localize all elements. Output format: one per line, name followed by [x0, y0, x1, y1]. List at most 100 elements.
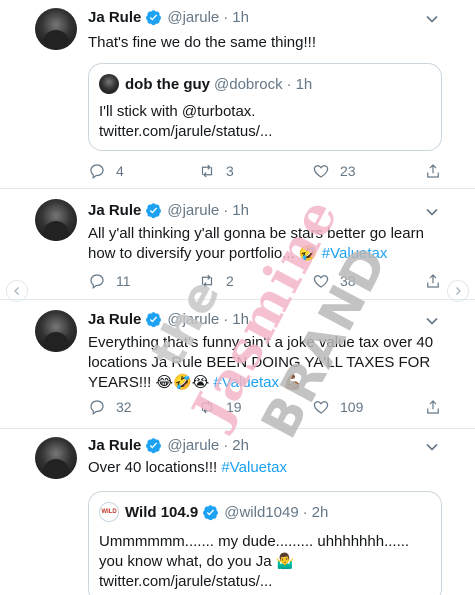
quoted-tweet[interactable]: dob the guy @dobrock · 1h I'll stick wit…	[88, 63, 442, 151]
chevron-down-icon[interactable]	[425, 12, 439, 26]
quoted-avatar	[99, 74, 119, 94]
separator-dot: ·	[286, 75, 292, 93]
separator-dot: ·	[223, 437, 229, 454]
separator-dot: ·	[302, 503, 308, 521]
like-button[interactable]: 23	[312, 162, 356, 180]
retweet-button[interactable]: 19	[198, 398, 242, 416]
timestamp[interactable]: 1h	[232, 9, 249, 26]
heart-icon	[313, 401, 329, 414]
chevron-down-icon[interactable]	[425, 440, 439, 454]
tweet[interactable]: Ja Rule @jarule · 2h Over 40 locations!!…	[0, 429, 475, 595]
tweet-text-line: YEARS!!! 😂🤣😭 #Valuetax 💪🏾	[88, 373, 438, 393]
author-handle[interactable]: @jarule	[167, 311, 219, 328]
heart-icon	[313, 275, 329, 288]
quoted-link[interactable]: twitter.com/jarule/status/...	[99, 572, 429, 592]
like-button[interactable]: 109	[312, 398, 363, 416]
quoted-text-line: you know what, do you Ja 🤷‍♂️	[99, 553, 295, 570]
timestamp[interactable]: 1h	[232, 202, 249, 219]
share-button[interactable]	[424, 272, 452, 290]
quoted-author-handle: @wild1049	[224, 503, 299, 521]
reply-icon	[90, 400, 104, 415]
quoted-author-handle: @dobrock	[214, 75, 283, 93]
reply-button[interactable]: 32	[88, 398, 132, 416]
verified-badge-icon	[146, 312, 162, 328]
like-count: 23	[340, 163, 356, 179]
share-button[interactable]	[424, 398, 452, 416]
quoted-tweet[interactable]: WILD Wild 104.9 @wild1049 · 2h Ummmmmm..…	[88, 491, 442, 595]
quoted-avatar: WILD	[99, 502, 119, 522]
chevron-down-icon[interactable]	[425, 314, 439, 328]
author-handle[interactable]: @jarule	[167, 202, 219, 219]
avatar[interactable]	[35, 310, 77, 352]
avatar[interactable]	[35, 8, 77, 50]
share-icon	[427, 400, 439, 414]
tweet-text-line: Everything that's funny ain't a joke val…	[88, 334, 434, 351]
retweet-icon	[201, 274, 213, 288]
retweet-count: 3	[226, 163, 234, 179]
retweet-button[interactable]: 3	[198, 162, 234, 180]
quoted-text-line: Ummmmmm....... my dude......... uhhhhhhh…	[99, 533, 410, 550]
hashtag-link[interactable]: #Valuetax	[213, 374, 279, 391]
tweet-text-line: Over 40 locations!!! #Valuetax	[88, 458, 438, 478]
quoted-link[interactable]: twitter.com/jarule/status/...	[99, 122, 429, 142]
separator-dot: ·	[223, 9, 229, 26]
hashtag-link[interactable]: #Valuetax	[322, 245, 388, 262]
reply-count: 11	[116, 273, 131, 289]
timestamp[interactable]: 2h	[232, 437, 249, 454]
author-handle[interactable]: @jarule	[167, 437, 219, 454]
reply-button[interactable]: 4	[88, 162, 124, 180]
quoted-text-line: I'll stick with @turbotax.	[99, 103, 256, 120]
tweet-text: how to diversify your portfolio... 🤣	[88, 245, 322, 262]
tweet-text-line: locations Ja Rule BEEN DOING YA'LL TAXES…	[88, 354, 431, 371]
reply-button[interactable]: 11	[88, 272, 131, 290]
heart-icon	[313, 165, 329, 178]
retweet-count: 2	[226, 273, 234, 289]
tweet[interactable]: Ja Rule @jarule · 1h Everything that's f…	[0, 300, 475, 430]
retweet-icon	[201, 400, 213, 414]
quoted-author-name: dob the guy	[125, 75, 210, 93]
verified-badge-icon	[146, 10, 162, 26]
tweet-text: 💪🏾	[279, 374, 302, 391]
retweet-count: 19	[226, 399, 242, 415]
author-name[interactable]: Ja Rule	[88, 437, 141, 454]
avatar[interactable]	[35, 437, 77, 479]
reply-icon	[90, 274, 104, 289]
separator-dot: ·	[223, 202, 229, 219]
tweet[interactable]: Ja Rule @jarule · 1h All y'all thinking …	[0, 189, 475, 297]
reply-icon	[90, 164, 104, 179]
author-name[interactable]: Ja Rule	[88, 9, 141, 26]
quoted-timestamp: 1h	[295, 75, 313, 93]
retweet-icon	[201, 164, 213, 178]
verified-badge-icon	[146, 438, 162, 454]
reply-count: 32	[116, 399, 132, 415]
quoted-timestamp: 2h	[311, 503, 329, 521]
separator-dot: ·	[223, 311, 229, 328]
tweet-actions: 32 19 109	[88, 398, 443, 418]
avatar[interactable]	[35, 199, 77, 241]
share-icon	[427, 274, 439, 288]
tweet-text: Over 40 locations!!!	[88, 459, 222, 476]
verified-badge-icon	[203, 504, 219, 520]
share-button[interactable]	[424, 162, 452, 180]
timestamp[interactable]: 1h	[232, 311, 249, 328]
tweet-text: YEARS!!! 😂🤣😭	[88, 374, 214, 391]
tweet-text-line: All y'all thinking y'all gonna be stars …	[88, 225, 424, 242]
tweet[interactable]: Ja Rule @jarule · 1h That's fine we do t…	[0, 0, 475, 186]
like-button[interactable]: 38	[312, 272, 356, 290]
like-count: 109	[340, 399, 364, 415]
tweet-actions: 4 3 23	[88, 162, 443, 182]
retweet-button[interactable]: 2	[198, 272, 234, 290]
tweet-actions: 11 2 38	[88, 272, 443, 292]
verified-badge-icon	[146, 203, 162, 219]
author-name[interactable]: Ja Rule	[88, 311, 141, 328]
share-icon	[427, 164, 439, 178]
author-name[interactable]: Ja Rule	[88, 202, 141, 219]
author-handle[interactable]: @jarule	[167, 9, 219, 26]
reply-count: 4	[116, 163, 124, 179]
hashtag-link[interactable]: #Valuetax	[221, 459, 287, 476]
quoted-author-name: Wild 104.9	[125, 503, 199, 521]
tweet-text: That's fine we do the same thing!!!	[88, 34, 316, 51]
chevron-down-icon[interactable]	[425, 205, 439, 219]
tweet-text-line: how to diversify your portfolio... 🤣 #Va…	[88, 244, 438, 264]
like-count: 38	[340, 273, 356, 289]
